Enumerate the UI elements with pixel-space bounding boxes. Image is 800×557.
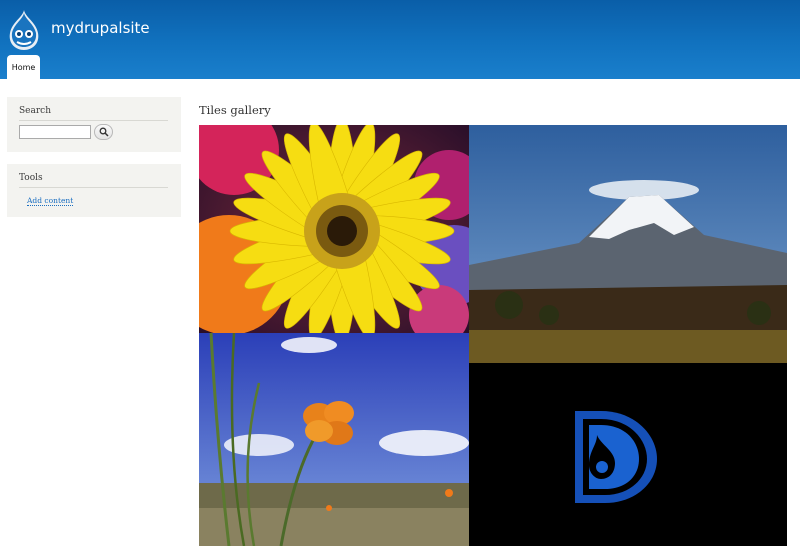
gallery-image-drupal-logo[interactable] [469, 363, 787, 546]
gallery-image-yellow-flower[interactable] [199, 125, 469, 333]
drupal-logo-icon[interactable] [6, 9, 42, 51]
search-block-title: Search [19, 106, 168, 121]
gallery-image-poppy[interactable] [199, 333, 469, 546]
tab-home[interactable]: Home [7, 55, 40, 79]
tools-block: Tools Add content [7, 164, 181, 217]
site-header: mydrupalsite Home [0, 0, 800, 79]
page-title: Tiles gallery [199, 103, 271, 117]
search-block: Search [7, 97, 181, 152]
search-button[interactable] [94, 124, 113, 140]
site-name[interactable]: mydrupalsite [51, 19, 150, 37]
tools-block-title: Tools [19, 173, 168, 188]
search-icon [99, 127, 109, 137]
add-content-link[interactable]: Add content [27, 196, 74, 206]
search-input[interactable] [19, 125, 91, 139]
gallery-image-mountain[interactable] [469, 125, 787, 363]
